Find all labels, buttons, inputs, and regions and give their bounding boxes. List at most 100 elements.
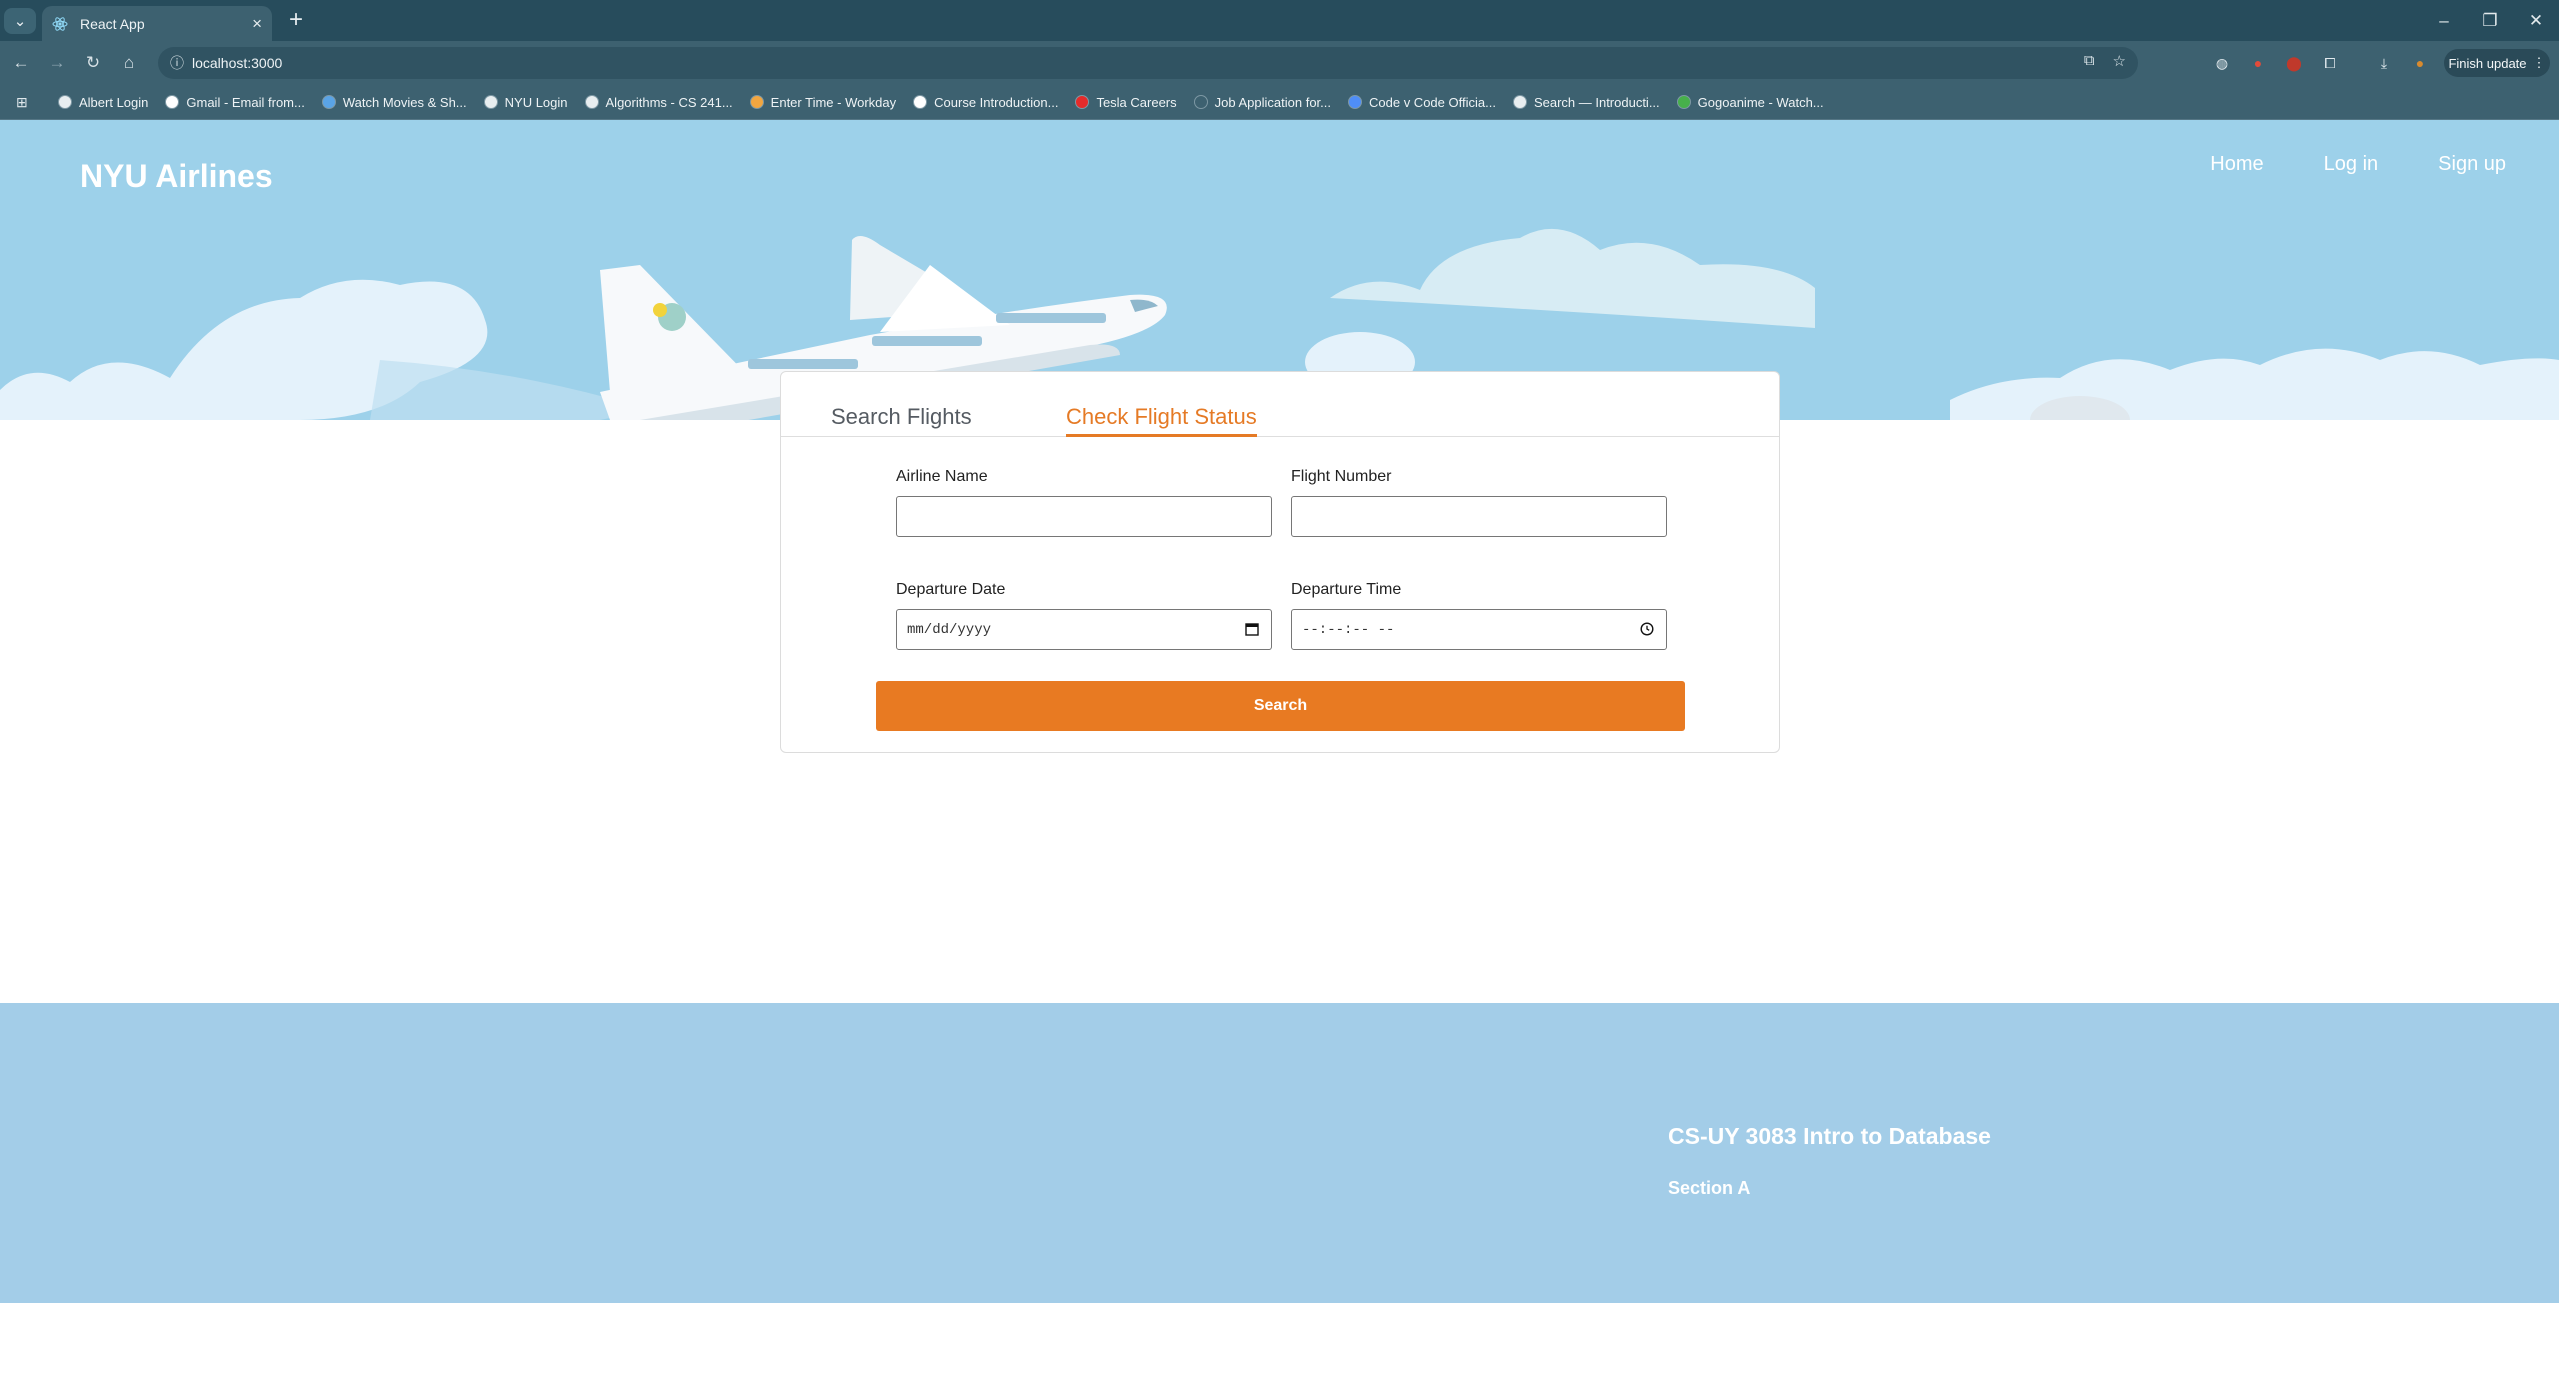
nav-home-link[interactable]: Home [2210,153,2263,176]
bookmark-item[interactable]: NYU Login [483,94,568,110]
forward-arrow-icon[interactable]: → [44,50,70,76]
main-nav: Home Log in Sign up [2210,153,2506,176]
departure-date-group: Departure Date mm/dd/yyyy [896,581,1272,650]
new-tab-icon[interactable]: + [282,8,310,34]
install-app-icon[interactable]: ⧉ [2084,52,2095,70]
bookmark-item[interactable]: Job Application for... [1193,94,1331,110]
tab-title: React App [80,15,145,32]
nav-login-link[interactable]: Log in [2324,153,2379,176]
globe-icon [483,95,498,109]
circle-icon [321,95,336,109]
finish-update-button[interactable]: Finish update ⋮ [2444,49,2550,77]
clock-icon[interactable] [1638,620,1656,638]
bookmark-item[interactable]: Gogoanime - Watch... [1676,94,1824,110]
globe-icon [58,95,72,109]
bookmark-item[interactable]: Tesla Careers [1075,94,1177,110]
kebab-menu-icon: ⋮ [2532,55,2546,70]
flight-number-group: Flight Number [1291,468,1667,537]
departure-time-input[interactable]: --:--:-- -- [1291,609,1667,650]
globe-icon [1512,95,1527,109]
airline-name-label: Airline Name [896,468,988,485]
brand-logo[interactable]: NYU Airlines [80,158,273,195]
flight-search-card: Search Flights Check Flight Status Airli… [780,371,1780,753]
page: NYU Airlines Home Log in Sign up Search … [0,120,2559,1384]
flight-number-box [1291,496,1667,537]
omnibox-actions: ⧉ ☆ [2084,52,2126,70]
airline-name-box [896,496,1272,537]
bookmark-label: Albert Login [79,94,149,110]
course-title: CS-UY 3083 Intro to Database [1668,1123,1991,1149]
nav-signup-link[interactable]: Sign up [2438,153,2506,176]
departure-date-label: Departure Date [896,581,1006,598]
extension-globe-icon[interactable]: ◍ [2212,53,2232,73]
google-icon [165,95,180,109]
extension-red-icon[interactable]: ● [2248,53,2268,73]
airline-name-group: Airline Name [896,468,1272,537]
bookmark-label: NYU Login [504,94,568,110]
course-section: Section A [1668,1178,1751,1198]
blank-icon [1193,95,1208,109]
bookmark-item[interactable]: Code v Code Officia... [1348,95,1496,110]
close-window-icon[interactable]: ✕ [2513,0,2559,41]
card-tab-bar: Search Flights Check Flight Status [781,372,1779,437]
tab-strip: ⌄ React App × + – ❐ ✕ [0,0,2559,41]
back-arrow-icon[interactable]: ← [8,50,34,76]
departure-time-label: Departure Time [1291,581,1402,598]
bookmark-item[interactable]: Course Introduction... [913,95,1058,110]
bookmark-label: Course Introduction... [934,94,1059,110]
tab-search-flights[interactable]: Search Flights [831,404,972,434]
tesla-icon [1075,95,1090,109]
browser-toolbar: ← → ↻ ⌂ ⓘ localhost:3000 ⧉ ☆ ◍ ● ⬤ ⧠ ⤓ ● [0,41,2559,84]
bookmark-label: Tesla Careers [1096,94,1177,110]
bookmark-list: Albert Login Gmail - Email from... Watch M… [58,84,1841,120]
leaf-icon [1676,95,1691,109]
bookmarks-bar: ⊞ Albert Login Gmail - Email from... Watch… [0,84,2559,120]
bookmark-label: Watch Movies & Sh... [342,94,467,110]
calendar-icon[interactable] [1243,620,1261,638]
bookmark-item[interactable]: Algorithms - CS 241... [584,94,733,110]
profile-avatar-icon[interactable]: ● [2410,53,2430,73]
home-icon[interactable]: ⌂ [116,50,142,76]
bookmark-label: Job Application for... [1214,94,1331,110]
reload-icon[interactable]: ↻ [80,50,106,76]
tab-search-chevron-icon[interactable]: ⌄ [4,8,36,34]
flight-number-input[interactable] [1292,497,1666,536]
bookmark-label: Gmail - Email from... [186,94,305,110]
tab-check-flight-status[interactable]: Check Flight Status [1066,404,1257,437]
bookmark-label: Code v Code Officia... [1369,94,1496,110]
workday-icon [749,95,764,109]
browser-chrome: ⌄ React App × + – ❐ ✕ ← → ↻ ⌂ ⓘ localhos… [0,0,2559,120]
bookmark-item[interactable]: Search — Introducti... [1512,94,1660,110]
extension-adblock-icon[interactable]: ⬤ [2284,53,2304,73]
bookmark-item[interactable]: Albert Login [58,95,148,110]
globe-icon [584,95,599,109]
address-bar[interactable]: ⓘ localhost:3000 ⧉ ☆ [158,47,2138,79]
minimize-icon[interactable]: – [2421,0,2467,41]
window-controls: – ❐ ✕ [2421,0,2559,41]
extensions-puzzle-icon[interactable]: ⧠ [2320,53,2340,73]
cs-icon [913,95,928,109]
page-footer: CS-UY 3083 Intro to Database Section A [0,1003,2559,1303]
bookmark-star-icon[interactable]: ☆ [2113,52,2126,70]
bookmark-label: Algorithms - CS 241... [605,94,733,110]
downloads-icon[interactable]: ⤓ [2374,53,2394,73]
apps-grid-icon[interactable]: ⊞ [16,94,32,110]
react-icon [52,16,68,31]
site-info-icon[interactable]: ⓘ [167,53,187,73]
bookmark-label: Search — Introducti... [1533,94,1660,110]
url-text: localhost:3000 [192,55,283,71]
close-tab-icon[interactable]: × [252,14,262,34]
browser-tab[interactable]: React App × [42,6,272,41]
airline-name-input[interactable] [897,497,1271,536]
departure-time-placeholder: --:--:-- -- [1302,622,1395,638]
departure-date-placeholder: mm/dd/yyyy [907,622,992,638]
bookmark-item[interactable]: Enter Time - Workday [749,95,896,110]
departure-date-input[interactable]: mm/dd/yyyy [896,609,1272,650]
bookmark-label: Gogoanime - Watch... [1697,94,1824,110]
bookmark-item[interactable]: Gmail - Email from... [165,94,305,110]
finish-update-label: Finish update [2448,55,2527,71]
restore-icon[interactable]: ❐ [2467,0,2513,41]
flight-number-label: Flight Number [1291,468,1392,485]
bookmark-item[interactable]: Watch Movies & Sh... [321,94,467,110]
search-button[interactable]: Search [876,681,1685,731]
